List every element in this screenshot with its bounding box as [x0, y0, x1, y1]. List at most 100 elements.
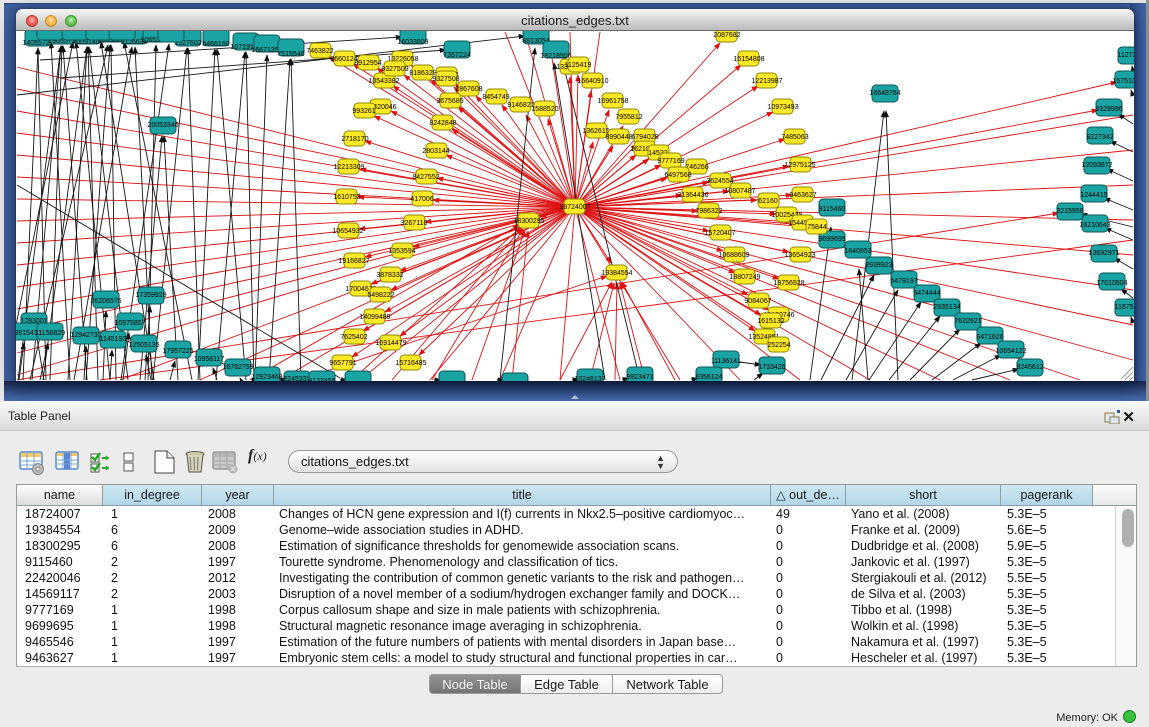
- svg-text:7625402: 7625402: [340, 334, 367, 341]
- svg-text:9657791: 9657791: [329, 360, 356, 367]
- svg-text:8938923: 8938923: [865, 262, 892, 269]
- svg-text:18807249: 18807249: [729, 274, 760, 281]
- svg-text:1733426: 1733426: [758, 364, 785, 371]
- svg-text:8427552: 8427552: [412, 174, 439, 181]
- svg-text:10654932: 10654932: [332, 228, 363, 235]
- svg-text:1588520: 1588520: [531, 106, 558, 113]
- svg-text:10543382: 10543382: [368, 78, 399, 85]
- svg-text:417006: 417006: [410, 196, 433, 203]
- svg-text:9474444: 9474444: [913, 290, 940, 297]
- svg-text:12505135: 12505135: [128, 342, 159, 349]
- svg-text:10688609: 10688609: [718, 252, 749, 259]
- svg-text:10958117: 10958117: [194, 356, 225, 363]
- svg-text:17010504: 17010504: [1096, 280, 1127, 287]
- svg-text:12923468: 12923468: [251, 374, 282, 381]
- svg-text:8242848: 8242848: [429, 120, 456, 127]
- svg-text:13692971: 13692971: [1088, 250, 1119, 257]
- svg-text:1125419: 1125419: [565, 62, 592, 69]
- svg-text:75844: 75844: [807, 224, 827, 231]
- svg-text:15720407: 15720407: [704, 230, 735, 237]
- svg-text:1640953: 1640953: [844, 248, 871, 255]
- svg-text:9115460: 9115460: [819, 206, 846, 213]
- svg-text:6794028: 6794028: [631, 134, 658, 141]
- svg-text:18300295: 18300295: [513, 218, 544, 225]
- svg-text:6479197: 6479197: [890, 278, 917, 285]
- svg-text:7986322: 7986322: [695, 208, 722, 215]
- svg-text:16914479: 16914479: [375, 340, 406, 347]
- svg-text:12093872: 12093872: [1081, 162, 1112, 169]
- svg-text:1615132: 1615132: [757, 318, 784, 325]
- svg-text:17359928: 17359928: [135, 292, 166, 299]
- svg-text:12213987: 12213987: [751, 78, 782, 85]
- svg-text:9245612: 9245612: [1016, 364, 1043, 371]
- svg-text:20053346: 20053346: [147, 122, 178, 129]
- svg-text:21364436: 21364436: [677, 192, 708, 199]
- svg-text:2867608: 2867608: [455, 86, 482, 93]
- svg-text:8356124: 8356124: [695, 374, 722, 381]
- svg-text:17957225: 17957225: [162, 348, 193, 355]
- svg-text:9923471: 9923471: [626, 374, 653, 381]
- svg-text:7357224: 7357224: [443, 52, 470, 59]
- svg-text:9227342: 9227342: [1086, 134, 1113, 141]
- svg-text:1244415: 1244415: [1080, 192, 1107, 199]
- svg-text:26206576: 26206576: [90, 298, 121, 305]
- svg-text:3675685: 3675685: [436, 98, 463, 105]
- svg-text:252254: 252254: [767, 342, 790, 349]
- svg-text:18724007: 18724007: [559, 204, 590, 211]
- svg-text:10654122: 10654122: [995, 348, 1026, 355]
- svg-text:16154808: 16154808: [733, 56, 764, 63]
- svg-text:7463822: 7463822: [306, 48, 333, 55]
- svg-text:8454749: 8454749: [482, 94, 509, 101]
- svg-text:10975857: 10975857: [114, 320, 145, 327]
- svg-text:9245332: 9245332: [283, 376, 310, 381]
- svg-text:11136141: 11136141: [711, 358, 741, 365]
- svg-text:5498222: 5498222: [367, 292, 394, 299]
- svg-text:19384554: 19384554: [601, 270, 632, 277]
- svg-text:16782759: 16782759: [222, 364, 253, 371]
- svg-text:9329996: 9329996: [1095, 106, 1122, 113]
- svg-text:1167534: 1167534: [1115, 304, 1134, 311]
- svg-text:7485063: 7485063: [781, 134, 808, 141]
- svg-text:6466160: 6466160: [202, 41, 229, 48]
- svg-text:7955812: 7955812: [615, 114, 642, 121]
- svg-text:12942737: 12942737: [70, 332, 101, 339]
- svg-text:2087682: 2087682: [713, 32, 740, 39]
- svg-text:9084067: 9084067: [744, 298, 771, 305]
- svg-text:6497568: 6497568: [664, 172, 691, 179]
- svg-text:8123456: 8123456: [308, 378, 335, 381]
- svg-text:11156829: 11156829: [35, 330, 65, 337]
- svg-text:3267110: 3267110: [401, 220, 428, 227]
- svg-text:16033809: 16033809: [397, 39, 428, 46]
- svg-text:16648764: 16648764: [869, 90, 900, 97]
- svg-text:13654923: 13654923: [784, 252, 815, 259]
- svg-text:7632621: 7632621: [954, 318, 981, 325]
- svg-text:19166827: 19166827: [338, 258, 369, 265]
- svg-text:9327509: 9327509: [381, 66, 408, 73]
- svg-text:14099489: 14099489: [359, 314, 390, 321]
- svg-text:8471626: 8471626: [976, 334, 1003, 341]
- svg-text:2935134: 2935134: [933, 304, 960, 311]
- svg-text:10807487: 10807487: [724, 188, 755, 195]
- svg-text:12213309: 12213309: [333, 164, 364, 171]
- svg-text:62160: 62160: [758, 198, 778, 205]
- svg-text:10246137: 10246137: [574, 376, 605, 381]
- svg-text:7515546: 7515546: [277, 51, 304, 58]
- svg-text:1610753: 1610753: [333, 194, 360, 201]
- svg-text:1127345: 1127345: [1118, 52, 1134, 59]
- svg-text:8990448: 8990448: [605, 134, 632, 141]
- svg-text:1145193: 1145193: [100, 336, 127, 343]
- svg-text:8912954: 8912954: [354, 60, 381, 67]
- svg-text:3215958: 3215958: [1056, 208, 1083, 215]
- svg-text:16210643: 16210643: [1079, 222, 1110, 229]
- svg-text:9327508: 9327508: [432, 76, 459, 83]
- svg-text:1353594: 1353594: [388, 248, 415, 255]
- svg-text:993261: 993261: [352, 108, 375, 115]
- svg-text:9699695: 9699695: [818, 236, 845, 243]
- svg-text:16640910: 16640910: [577, 78, 608, 85]
- svg-text:2718170: 2718170: [341, 136, 368, 143]
- svg-text:15751074: 15751074: [1112, 78, 1134, 85]
- svg-text:16961758: 16961758: [597, 98, 628, 105]
- svg-text:19756928: 19756928: [773, 280, 804, 287]
- svg-text:10973493: 10973493: [767, 104, 798, 111]
- svg-text:9463627: 9463627: [789, 192, 816, 199]
